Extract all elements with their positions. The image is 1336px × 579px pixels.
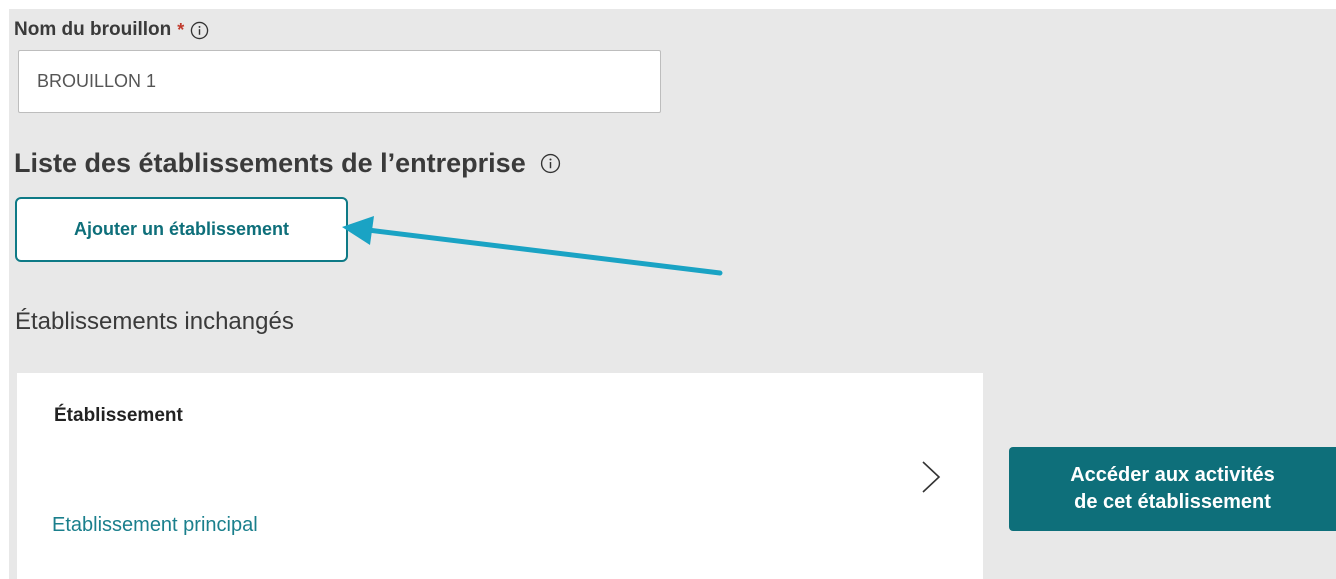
- draft-name-label: Nom du brouillon *: [14, 19, 209, 41]
- unchanged-establishments-title: Établissements inchangés: [15, 308, 294, 335]
- establishments-list-title: Liste des établissements de l’entreprise: [14, 148, 561, 179]
- info-icon[interactable]: [540, 153, 561, 174]
- draft-name-label-text: Nom du brouillon: [14, 19, 172, 40]
- establishment-card-subtitle: Etablissement principal: [52, 514, 258, 536]
- establishment-card[interactable]: Établissement Etablissement principal: [17, 373, 983, 579]
- access-activities-label-line1: Accéder aux activités: [1070, 464, 1275, 486]
- annotation-arrow-icon: [342, 216, 723, 276]
- add-establishment-button[interactable]: Ajouter un établissement: [15, 197, 348, 262]
- chevron-right-icon[interactable]: [920, 460, 942, 494]
- required-mark: *: [177, 19, 185, 40]
- establishments-list-title-text: Liste des établissements de l’entreprise: [14, 148, 526, 178]
- access-activities-button[interactable]: Accéder aux activités de cet établisseme…: [1009, 447, 1336, 531]
- access-activities-label-line2: de cet établissement: [1074, 491, 1271, 513]
- draft-name-input[interactable]: [18, 50, 661, 113]
- info-icon[interactable]: [190, 21, 209, 40]
- establishment-card-title: Établissement: [54, 405, 183, 426]
